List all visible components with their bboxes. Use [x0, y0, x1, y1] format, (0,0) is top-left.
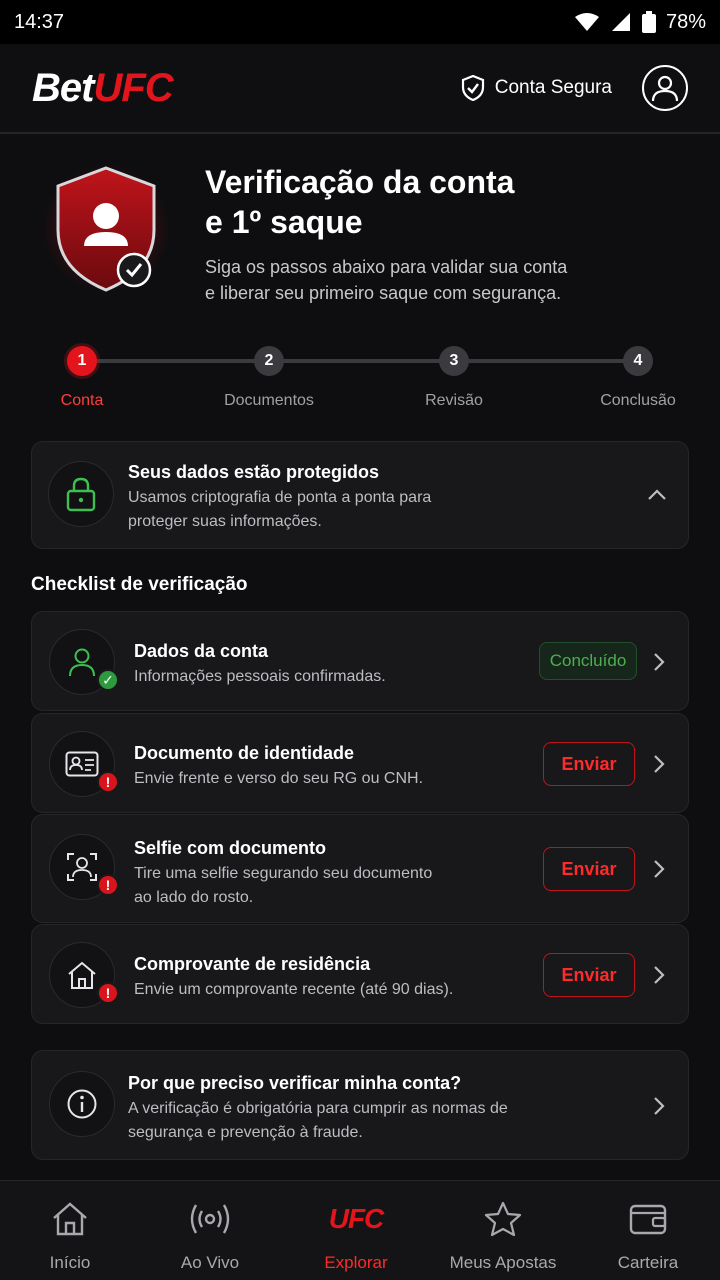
nav-label: Meus Apostas — [449, 1253, 557, 1272]
alert-icon: ! — [97, 982, 119, 1004]
checklist-item-proof-of-residence[interactable]: ! Comprovante de residência Envie um com… — [31, 924, 689, 1024]
face-scan-icon — [67, 853, 97, 881]
checklist-item-account-data[interactable]: ✓ Dados da conta Informações pessoais co… — [31, 611, 689, 711]
stepper-track — [82, 359, 638, 363]
send-button[interactable]: Enviar — [543, 847, 635, 891]
checklist-item-text: Informações pessoais confirmadas. — [134, 668, 386, 685]
send-button[interactable]: Enviar — [543, 742, 635, 786]
step-1-circle[interactable]: 1 — [67, 346, 97, 376]
app-header: BetUFC Conta Segura — [0, 44, 720, 134]
checklist-item-text: Envie frente e verso do seu RG ou CNH. — [134, 770, 424, 787]
alert-icon: ! — [97, 874, 119, 896]
page-subtitle: Siga os passos abaixo para validar sua c… — [205, 257, 568, 303]
checklist-item-title: Dados da conta — [134, 641, 269, 661]
home-icon — [68, 961, 96, 989]
status-time: 14:37 — [14, 10, 65, 33]
logo-ufc-text: UFC — [93, 65, 173, 110]
step-3-label: Revisão — [425, 392, 483, 409]
chevron-right-icon[interactable] — [652, 753, 666, 775]
faq-title: Por que preciso verificar minha conta? — [128, 1073, 462, 1093]
faq-text: A verificação é obrigatória para cumprir… — [128, 1100, 508, 1141]
shield-check-icon — [461, 75, 484, 101]
notice-text: Usamos criptografia de ponta a ponta par… — [128, 489, 432, 530]
ufc-icon: UFC — [328, 1203, 385, 1234]
logo-bet-text: Bet — [32, 65, 94, 110]
checklist-item-text: Envie um comprovante recente (até 90 dia… — [134, 981, 454, 998]
nav-label: Ao Vivo — [180, 1253, 240, 1272]
step-3-circle[interactable]: 3 — [439, 346, 469, 376]
page-title: Verificação da conta e 1º saque — [205, 164, 515, 240]
battery-level: 78% — [665, 10, 706, 33]
data-protection-notice[interactable]: Seus dados estão protegidos Usamos cript… — [31, 441, 689, 549]
nav-item-home[interactable]: Início — [20, 1181, 120, 1280]
completed-check-icon: ✓ — [97, 669, 119, 691]
id-card-icon — [65, 751, 99, 777]
nav-item-explore[interactable]: UFC Explorar — [306, 1181, 406, 1280]
user-icon — [69, 648, 95, 677]
secure-account-badge[interactable]: Conta Segura — [461, 75, 612, 101]
profile-avatar-button[interactable] — [642, 65, 688, 111]
chevron-right-icon[interactable] — [652, 1095, 666, 1117]
battery-icon — [641, 11, 656, 33]
wifi-icon — [574, 13, 599, 31]
wallet-icon — [629, 1204, 667, 1235]
checklist-item-title: Selfie com documento — [134, 838, 327, 858]
checklist-title: Checklist de verificação — [31, 574, 248, 595]
alert-icon: ! — [97, 771, 119, 793]
step-2-label: Documentos — [224, 392, 314, 409]
status-bar: 14:37 78% — [0, 0, 720, 44]
signal-icon — [611, 13, 630, 31]
chevron-up-icon[interactable] — [646, 486, 668, 502]
step-4-circle[interactable]: 4 — [623, 346, 653, 376]
nav-item-my-bets[interactable]: Meus Apostas — [443, 1181, 563, 1280]
nav-label: Início — [49, 1253, 91, 1272]
star-icon — [484, 1201, 522, 1237]
shield-user-icon — [44, 164, 170, 292]
checklist-item-selfie[interactable]: ! Selfie com documento Tire uma selfie s… — [31, 814, 689, 923]
secure-account-label: Conta Segura — [494, 77, 612, 98]
user-icon — [651, 75, 679, 102]
lock-icon — [66, 477, 96, 512]
checklist-item-title: Documento de identidade — [134, 743, 355, 763]
bottom-navigation: Início Ao Vivo UFC Explorar Meus Apostas… — [0, 1180, 720, 1280]
verification-stepper: 1 2 3 4 Conta Documentos Revisão Conclus… — [0, 340, 720, 420]
chevron-right-icon[interactable] — [652, 858, 666, 880]
nav-item-live[interactable]: Ao Vivo — [160, 1181, 260, 1280]
nav-label: Explorar — [324, 1253, 388, 1272]
step-1-label: Conta — [60, 392, 104, 409]
step-4-label: Conclusão — [600, 392, 676, 409]
status-badge-completed: Concluído — [539, 642, 637, 680]
nav-item-wallet[interactable]: Carteira — [598, 1181, 698, 1280]
nav-label: Carteira — [617, 1253, 679, 1272]
checklist-item-title: Comprovante de residência — [134, 954, 371, 974]
live-icon — [190, 1204, 230, 1234]
info-icon — [67, 1089, 97, 1119]
why-verify-card[interactable]: Por que preciso verificar minha conta? A… — [31, 1050, 689, 1160]
home-icon — [53, 1202, 87, 1236]
verification-hero: Verificação da conta e 1º saque Siga os … — [0, 150, 720, 320]
checklist-item-identity-document[interactable]: ! Documento de identidade Envie frente e… — [31, 713, 689, 813]
step-2-circle[interactable]: 2 — [254, 346, 284, 376]
send-button[interactable]: Enviar — [543, 953, 635, 997]
notice-title: Seus dados estão protegidos — [128, 462, 380, 482]
chevron-right-icon[interactable] — [652, 964, 666, 986]
checklist-item-text: Tire uma selfie segurando seu documento … — [134, 865, 433, 906]
betufc-logo[interactable]: BetUFC — [32, 65, 174, 111]
chevron-right-icon[interactable] — [652, 651, 666, 673]
